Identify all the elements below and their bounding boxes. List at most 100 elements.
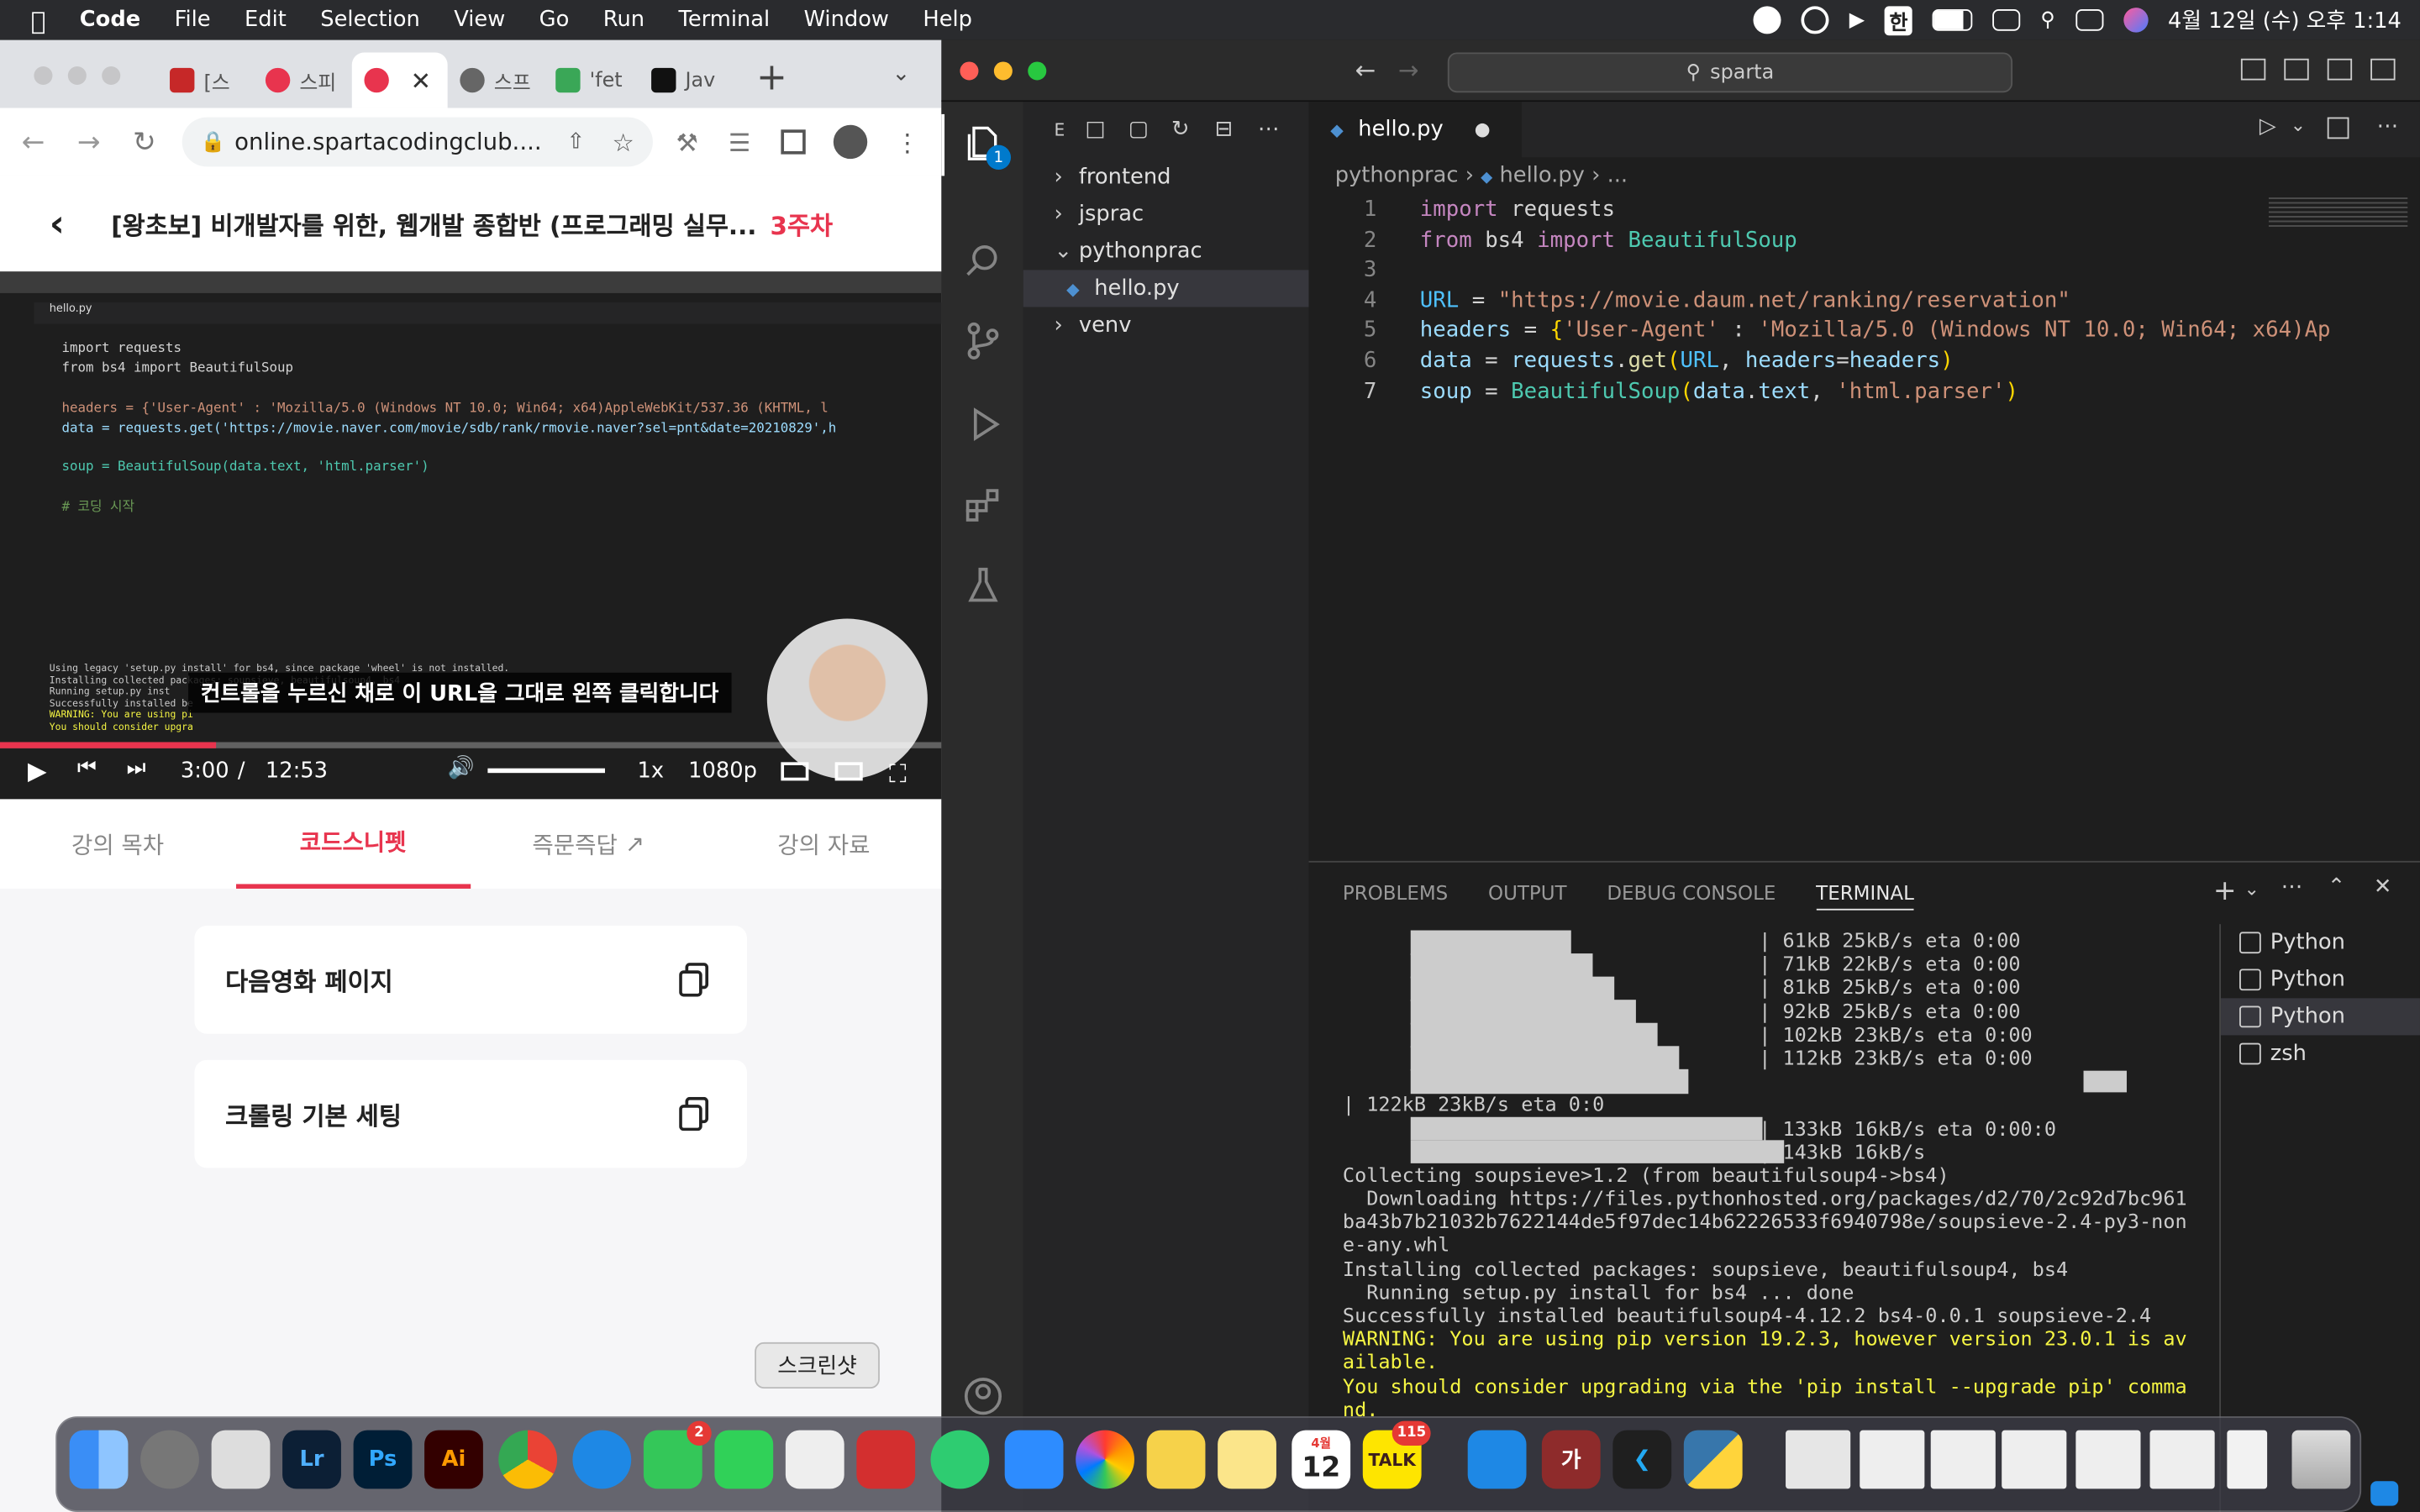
facetime-icon[interactable] [714,1430,774,1489]
menu-terminal[interactable]: Terminal [661,8,786,32]
panel-tab-terminal[interactable]: TERMINAL [1816,881,1914,911]
panel-tab-output[interactable]: OUTPUT [1488,881,1567,911]
battery-icon[interactable] [1932,9,1973,31]
new-terminal-plus-icon[interactable]: + [2213,874,2237,907]
picture-in-picture-icon[interactable] [834,762,863,781]
copy-icon[interactable] [679,1096,710,1131]
tab-qna[interactable]: 즉문즉답 ↗ [471,799,706,889]
green-app-icon[interactable] [930,1430,990,1489]
system-settings-icon[interactable] [140,1430,199,1489]
breadcrumb-symbols[interactable]: ... [1607,164,1628,188]
menu-window[interactable]: Window [786,8,906,32]
minimized-window-thumbnail[interactable] [2075,1430,2141,1489]
tree-file-hello-py[interactable]: ◆ hello.py [1023,270,1309,307]
tree-folder-pythonprac[interactable]: ⌄ pythonprac [1023,233,1309,270]
bookmark-star-icon[interactable]: ☆ [613,128,634,157]
nav-forward-icon[interactable]: → [1398,55,1419,85]
accounts-icon[interactable] [963,1376,1003,1416]
vscode-close-button[interactable] [960,61,979,81]
notes-icon[interactable] [1218,1430,1276,1489]
illustrator-icon[interactable]: Ai [424,1430,483,1489]
chrome-tab-5[interactable]: 'fet [555,52,623,108]
more-actions-icon[interactable]: ⋯ [1258,118,1280,142]
tree-folder-venv[interactable]: › venv [1023,307,1309,344]
calendar-icon[interactable]: 4월 12 [1292,1430,1351,1489]
snippet-card-crawling-setup[interactable]: 크롤링 기본 세팅 [194,1059,747,1168]
screen-mirroring-icon[interactable] [1992,9,2021,31]
refresh-icon[interactable]: ↻ [1171,118,1190,142]
tab-table-of-contents[interactable]: 강의 목차 [0,799,235,889]
profile-avatar-icon[interactable] [833,124,868,160]
code-line[interactable]: 7 soup = BeautifulSoup(data.text, 'html.p… [1309,379,2420,409]
new-tab-icon[interactable]: + [756,55,787,98]
code-line[interactable]: 5 headers = {'User-Agent' : 'Mozilla/5.0 … [1309,318,2420,349]
code-line[interactable]: 1 import requests [1309,197,2420,228]
lightroom-icon[interactable]: Lr [282,1430,341,1489]
panel-tab-problems[interactable]: PROBLEMS [1343,881,1448,911]
search-icon[interactable] [963,241,1003,281]
run-dropdown-chevron-icon[interactable]: ⌄ [2291,114,2306,136]
new-file-icon[interactable]: □ [1085,118,1105,142]
playback-speed-button[interactable]: 1x [638,759,665,784]
code-line[interactable]: 6 data = requests.get(URL, headers=header… [1309,349,2420,379]
toggle-secondary-sidebar-icon[interactable] [2327,58,2353,81]
code-editor[interactable]: ◆ hello.py ▷ ⌄ ⋯ pythonprac › ◆ hello.py… [1308,102,2420,861]
chrome-icon[interactable] [498,1430,558,1489]
tree-folder-jsprac[interactable]: › jsprac [1023,196,1309,233]
apple-icon[interactable]:  [0,5,63,34]
tab-close-icon[interactable]: ✕ [411,66,432,95]
tree-folder-frontend[interactable]: › frontend [1023,159,1309,196]
editor-more-actions-icon[interactable]: ⋯ [2377,114,2399,139]
menu-file[interactable]: File [157,8,227,32]
run-python-file-icon[interactable]: ▷ [2260,114,2276,139]
chrome-menu-icon[interactable]: ⋮ [895,128,919,157]
close-panel-icon[interactable]: ✕ [2374,874,2392,899]
volume-slider[interactable] [487,768,605,774]
maximize-panel-chevron-up-icon[interactable]: ⌃ [2328,874,2346,899]
photos-icon[interactable] [1076,1430,1134,1489]
stickies-icon[interactable] [1146,1430,1206,1489]
customize-layout-icon[interactable] [2370,58,2396,81]
menu-run[interactable]: Run [587,8,662,32]
creative-cloud-icon[interactable] [1801,6,1829,34]
chrome-tab-6[interactable]: Jav [651,52,715,108]
reading-list-icon[interactable]: ☰ [729,128,750,157]
tab-search-chevron-icon[interactable]: ⌄ [892,61,911,86]
photoshop-icon[interactable]: Ps [353,1430,413,1489]
menu-view[interactable]: View [437,8,522,32]
app-store-icon[interactable] [1467,1430,1527,1489]
terminal-item-python-3[interactable]: Python [2221,998,2420,1036]
spotlight-search-icon[interactable]: ⚲ [2040,8,2055,32]
menu-help[interactable]: Help [906,8,989,32]
input-method-icon[interactable]: 한 [1884,5,1912,35]
menu-app-code[interactable]: Code [63,8,158,32]
reload-icon[interactable]: ↻ [133,126,156,159]
code-line[interactable]: 3 [1309,258,2420,288]
launchpad-icon[interactable] [211,1430,271,1489]
panel-more-actions-icon[interactable]: ⋯ [2281,874,2303,899]
menu-selection[interactable]: Selection [303,8,437,32]
vscode-minimize-button[interactable] [993,61,1013,81]
chrome-tab-1[interactable]: [스 [170,52,230,108]
new-folder-icon[interactable]: ▢ [1128,118,1149,142]
siri-icon[interactable] [2123,8,2149,33]
tab-materials[interactable]: 강의 자료 [706,799,941,889]
tab-code-snippets[interactable]: 코드스니펫 [235,799,471,889]
messages-icon[interactable]: 2 [643,1420,712,1489]
kakaotalk-icon[interactable]: TALK 115 [1362,1420,1431,1489]
zoom-icon[interactable] [1004,1430,1064,1489]
back-icon[interactable]: ← [22,126,45,159]
volume-icon[interactable]: 🔊 [448,756,475,780]
snippet-card-daum-movie[interactable]: 다음영화 페이지 [194,926,747,1034]
photo-booth-icon[interactable] [856,1430,916,1489]
finder-icon[interactable] [69,1430,129,1489]
terminal-item-zsh[interactable]: zsh [2221,1035,2420,1072]
notification-center-icon[interactable] [2370,1481,2399,1506]
play-icon[interactable]: ▶ [1849,8,1865,32]
fullscreen-icon[interactable]: ⛶ [889,759,907,790]
lecture-video-player[interactable]: hello.py import requests from bs4 import… [0,271,942,800]
toggle-sidebar-icon[interactable] [2240,58,2266,81]
unsaved-dot-icon[interactable] [1475,123,1490,137]
minimized-window-thumbnail[interactable] [1860,1430,1925,1489]
share-icon[interactable]: ⇧ [567,129,586,154]
